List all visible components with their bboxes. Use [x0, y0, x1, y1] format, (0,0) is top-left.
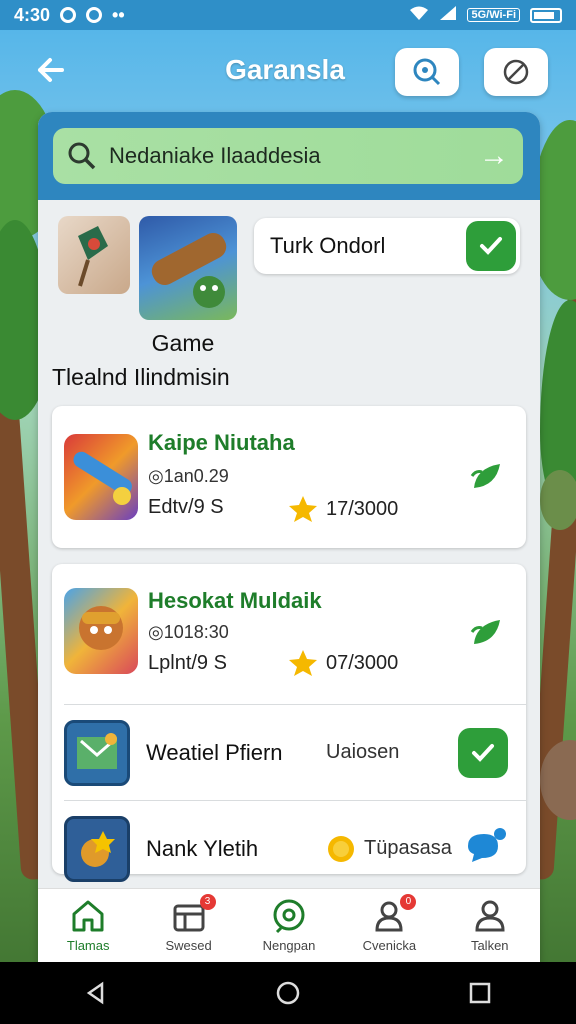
featured-game-thumbnail[interactable] — [58, 216, 130, 294]
page-title: Garansla — [225, 54, 345, 85]
game-art-icon — [78, 226, 108, 287]
pill-label: Turk Ondorl — [270, 233, 386, 258]
rating-value: 17/3000 — [326, 497, 399, 520]
item-extra: Tüpasasa — [326, 834, 452, 864]
game-title: Hesokat Muldaik — [148, 588, 322, 613]
nav-label: Tlamas — [66, 938, 110, 953]
notification-icon — [60, 7, 77, 23]
game-rating: 07/3000 — [288, 648, 398, 678]
app-bar: Garansla — [0, 30, 576, 112]
nav-label: Talken — [470, 938, 509, 953]
game-version: Lplnt/9 S — [148, 652, 227, 674]
star-icon — [289, 650, 317, 676]
checkmark-icon[interactable] — [458, 727, 508, 778]
chat-bubble-icon[interactable] — [464, 826, 508, 871]
nav-label: Nengpan — [262, 938, 316, 953]
nav-community[interactable]: 0 Cvenicka — [344, 894, 434, 953]
bottom-navigation: Tlamas 3 Swesed Nengpan 0 Cvenicka Talke… — [38, 888, 540, 962]
game-icon — [64, 719, 130, 786]
item-extra-text: Tüpasasa — [364, 837, 452, 859]
nav-label: Cvenicka — [362, 938, 417, 953]
search-text: Nedaniake Ilaaddesia — [109, 143, 321, 168]
more-dots-icon: •• — [112, 4, 125, 25]
status-bar: 4:30 •• 5G/Wi-Fi — [0, 0, 576, 30]
search-button[interactable] — [395, 48, 459, 96]
back-arrow-icon — [38, 58, 64, 82]
log-character-icon — [151, 232, 227, 308]
nav-profile[interactable]: Talken — [445, 898, 535, 953]
featured-status-pill[interactable]: Turk Ondorl — [254, 218, 520, 274]
coin-icon — [328, 835, 354, 862]
search-icon — [413, 58, 441, 86]
arrow-right-icon[interactable]: → — [479, 139, 509, 173]
signal-icon — [439, 5, 457, 26]
game-icon — [64, 815, 130, 882]
game-meta: ◎1an0.29 — [148, 466, 229, 486]
main-panel: Nedaniake Ilaaddesia → Game Tlealnd Ilin… — [38, 112, 540, 972]
clock: 4:30 — [14, 4, 51, 25]
nav-store[interactable]: 3 Swesed — [144, 894, 234, 953]
back-triangle-icon[interactable] — [84, 981, 108, 1005]
edit-button[interactable] — [484, 48, 548, 96]
search-icon — [68, 142, 96, 170]
battery-icon — [530, 7, 562, 23]
chat-icon — [273, 899, 305, 934]
item-extra: Uaiosen — [326, 741, 400, 763]
network-tag: 5G/Wi-Fi — [467, 8, 520, 22]
game-version: Edtv/9 S — [148, 496, 224, 518]
star-icon — [289, 496, 317, 522]
leaf-icon[interactable] — [466, 612, 506, 657]
nav-home[interactable]: Tlamas — [43, 898, 133, 953]
profile-icon — [475, 900, 505, 932]
list-item[interactable]: Weatiel Pfiern Uaiosen — [64, 704, 526, 800]
checkmark-icon[interactable] — [466, 221, 516, 271]
game-meta: ◎1018:30 — [148, 622, 229, 642]
featured-title: Game — [151, 330, 215, 356]
home-icon — [72, 900, 104, 932]
nav-chat[interactable]: Nengpan — [244, 898, 334, 953]
game-card[interactable]: Kaipe Niutaha ◎1an0.29 Edtv/9 S 17/3000 — [52, 406, 526, 548]
nav-label: Swesed — [165, 938, 212, 953]
system-navigation-bar — [0, 962, 576, 1024]
messenger-icon — [86, 7, 103, 23]
home-circle-icon[interactable] — [276, 981, 300, 1005]
leaf-icon[interactable] — [466, 456, 506, 501]
rating-value: 07/3000 — [326, 651, 399, 674]
item-title: Nank Yletih — [146, 835, 259, 861]
back-button[interactable] — [32, 52, 72, 92]
featured-subtitle: Tlealnd Ilindmisin — [52, 364, 230, 390]
notification-badge: 3 — [199, 894, 216, 910]
search-input[interactable]: Nedaniake Ilaaddesia → — [53, 128, 523, 184]
list-item[interactable]: Nank Yletih Tüpasasa — [64, 800, 526, 896]
game-icon — [64, 434, 138, 520]
game-title: Kaipe Niutaha — [148, 430, 295, 455]
notification-badge: 0 — [400, 894, 417, 910]
item-title: Weatiel Pfiern — [146, 739, 283, 765]
recents-square-icon[interactable] — [468, 981, 492, 1005]
wifi-icon — [409, 5, 429, 26]
game-icon — [64, 588, 138, 674]
edit-icon — [503, 59, 529, 85]
featured-game-cover[interactable] — [139, 216, 237, 320]
game-rating: 17/3000 — [288, 494, 398, 524]
